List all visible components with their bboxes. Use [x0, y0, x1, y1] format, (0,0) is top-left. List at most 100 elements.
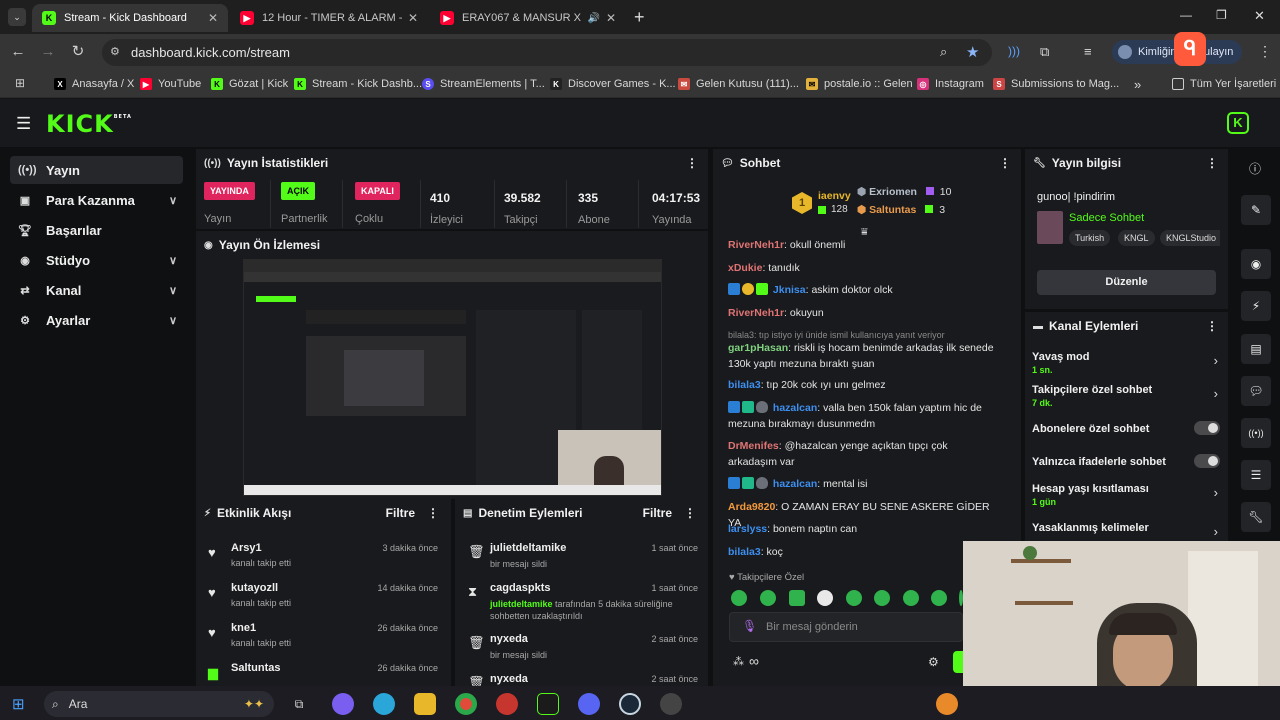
bookmark-gelen-kutusu[interactable]: ✉ Gelen Kutusu (111)... [678, 76, 799, 92]
zoom-icon[interactable]: ⌕ [940, 44, 947, 60]
subscribers-only-row[interactable]: Abonelere özel sohbet [1032, 421, 1222, 435]
chat-users-icon[interactable]: ⁂ [733, 655, 744, 668]
site-info-icon[interactable]: ⚙ [110, 45, 120, 58]
bookmark-gozat-kick[interactable]: K Gözat | Kick [211, 76, 288, 92]
close-tab-icon[interactable]: ✕ [402, 11, 418, 25]
kick-corner-icon[interactable]: K [1227, 112, 1249, 134]
category-link[interactable]: Sadece Sohbet [1069, 212, 1144, 224]
obs-icon[interactable] [660, 693, 682, 715]
emote-icon[interactable] [789, 590, 805, 606]
url-text[interactable]: dashboard.kick.com/stream [131, 45, 290, 60]
minimize-icon[interactable]: — [1180, 8, 1192, 22]
chat-input[interactable]: 🎙︎ Bir mesaj gönderin [729, 612, 963, 642]
copilot-icon[interactable] [332, 693, 354, 715]
edit-stream-button[interactable]: Düzenle [1037, 270, 1216, 295]
emote-icon[interactable] [817, 590, 833, 606]
kick-icon[interactable] [537, 693, 559, 715]
top-gifter-2[interactable]: ⬢ Exriomen 10 [857, 186, 957, 202]
slow-mode-row[interactable]: Yavaş mod 1 sn. › [1032, 351, 1222, 375]
sidebar-item-para-kazanma[interactable]: ▣ Para Kazanma ∨ [10, 186, 183, 214]
activity-filter-button[interactable]: Filtre [386, 506, 415, 520]
chat-icon[interactable]: 💬︎ [1241, 376, 1271, 406]
reload-icon[interactable]: ↻ [68, 42, 88, 62]
list-item[interactable]: ⧗ cagdaspkts julietdeltamike tarafından 5 … [466, 579, 706, 627]
emote-icon[interactable] [874, 590, 890, 606]
edit-pencil-icon[interactable]: ✎ [1241, 195, 1271, 225]
more-options-icon[interactable]: ⋮ [999, 156, 1011, 170]
browser-tab-eray[interactable]: ▶ ERAY067 & MANSUR X ORG 🔊 ✕ [430, 4, 626, 32]
list-item[interactable]: ♥ Arsy1 kanalı takip etti 3 dakika önce [206, 539, 446, 575]
list-item[interactable]: 🗑︎ nyxeda 2 saat önce [466, 670, 706, 686]
bookmarks-overflow-button[interactable]: » [1134, 76, 1141, 92]
more-options-icon[interactable]: ⋮ [1206, 156, 1218, 170]
stream-preview-video[interactable] [243, 259, 662, 496]
followers-only-row[interactable]: Takipçilere özel sohbet 7 dk. › [1032, 384, 1222, 408]
document-icon[interactable]: ▤ [1241, 334, 1271, 364]
account-age-row[interactable]: Hesap yaşı kısıtlaması 1 gün › [1032, 483, 1222, 507]
forward-icon[interactable]: → [38, 42, 58, 62]
menu-dots-icon[interactable]: ⋮ [1258, 43, 1272, 60]
media-icon[interactable]: ≡ [1084, 44, 1092, 59]
browser-tab-timer[interactable]: ▶ 12 Hour - TIMER & ALARM - 10 ✕ [230, 4, 428, 32]
kick-logo[interactable]: KICKBETA [46, 110, 132, 138]
lightning-icon[interactable]: ⚡︎ [1241, 291, 1271, 321]
discord-icon[interactable] [578, 693, 600, 715]
sidebar-item-studyo[interactable]: ◉ Stüdyo ∨ [10, 246, 183, 274]
moderation-filter-button[interactable]: Filtre [643, 506, 672, 520]
bookmark-stream-kick[interactable]: K Stream - Kick Dashb... [294, 76, 422, 92]
sidebar-item-yayin[interactable]: ((•)) Yayın [10, 156, 183, 184]
more-options-icon[interactable]: ⋮ [1206, 319, 1218, 333]
tag-chip[interactable]: KNGL [1118, 230, 1155, 246]
tab-search-button[interactable]: ⌄ [8, 8, 26, 26]
sidebar-item-basarilar[interactable]: 🏆︎ Başarılar [10, 216, 183, 244]
windows-start-icon[interactable]: ⊞ [12, 695, 25, 713]
emote-icon[interactable] [846, 590, 862, 606]
all-bookmarks-button[interactable]: Tüm Yer İşaretleri [1172, 76, 1276, 92]
layout-icon[interactable]: ☰ [1241, 460, 1271, 490]
speaker-icon[interactable]: 🔊 [587, 13, 599, 24]
broadcast-icon[interactable]: ((•)) [1241, 418, 1271, 448]
star-icon[interactable]: ★ [966, 43, 979, 61]
more-options-icon[interactable]: ⋮ [686, 156, 698, 170]
emote-icon[interactable] [931, 590, 947, 606]
emote-icon[interactable] [903, 590, 919, 606]
chat-settings-icon[interactable]: ⚙ [928, 655, 939, 669]
apps-grid-icon[interactable]: ⊞ [15, 76, 25, 90]
extension-waves-icon[interactable]: ))) [1008, 44, 1020, 58]
bookmark-x[interactable]: X Anasayfa / X [54, 76, 134, 92]
banned-words-row[interactable]: Yasaklanmış kelimeler › [1032, 522, 1222, 539]
sidebar-item-ayarlar[interactable]: ⚙ Ayarlar ∨ [10, 306, 183, 334]
browser-tab-kick-dashboard[interactable]: K Stream - Kick Dashboard ✕ [32, 4, 228, 32]
wrench-icon[interactable]: 🔧︎ [1241, 502, 1271, 532]
bookmark-streamelements[interactable]: S StreamElements | T... [422, 76, 545, 92]
top-gifter-3[interactable]: ⬢ Saltuntas 3 [857, 204, 957, 220]
list-item[interactable]: ♥ kne1 kanalı takip etti 26 dakika önce [206, 619, 446, 655]
subscribers-only-toggle[interactable] [1194, 421, 1220, 435]
app-icon[interactable] [496, 693, 518, 715]
list-item[interactable]: 🗑︎ julietdeltamike bir mesajı sildi 1 saat … [466, 539, 706, 575]
tag-chip[interactable]: Turkish [1069, 230, 1111, 246]
bookmark-instagram[interactable]: ◎ Instagram [917, 76, 984, 92]
edge-icon[interactable] [373, 693, 395, 715]
more-options-icon[interactable]: ⋮ [427, 506, 439, 520]
list-item[interactable]: 🗑︎ nyxeda bir mesajı sildi 2 saat önce [466, 630, 706, 666]
chrome-icon[interactable] [455, 693, 477, 715]
top-gifter-1[interactable]: 1 iaenvy 128 [792, 189, 862, 221]
hamburger-menu-icon[interactable]: ☰ [16, 114, 31, 134]
close-tab-icon[interactable]: ✕ [202, 11, 218, 25]
list-item[interactable]: ♥ kutayozll kanalı takip etti 14 dakika önc… [206, 579, 446, 615]
list-item[interactable]: ▆ Saltuntas 26 dakika önce [206, 659, 446, 685]
microphone-icon[interactable]: 🎙︎ [742, 619, 757, 633]
maximize-icon[interactable]: ❐ [1216, 8, 1227, 22]
sidebar-item-kanal[interactable]: ⇄ Kanal ∨ [10, 276, 183, 304]
notification-icon[interactable] [936, 693, 958, 715]
emotes-only-toggle[interactable] [1194, 454, 1220, 468]
bookmark-discover-games[interactable]: K Discover Games - K... [550, 76, 676, 92]
more-options-icon[interactable]: ⋮ [684, 506, 696, 520]
emotes-only-row[interactable]: Yalnızca ifadelerle sohbet [1032, 454, 1222, 468]
file-explorer-icon[interactable] [414, 693, 436, 715]
extensions-icon[interactable]: ⧉ [1040, 44, 1049, 60]
tag-chip[interactable]: KNGLStudio [1160, 230, 1220, 246]
infinity-icon[interactable]: ∞ [749, 653, 759, 669]
emote-icon[interactable] [731, 590, 747, 606]
